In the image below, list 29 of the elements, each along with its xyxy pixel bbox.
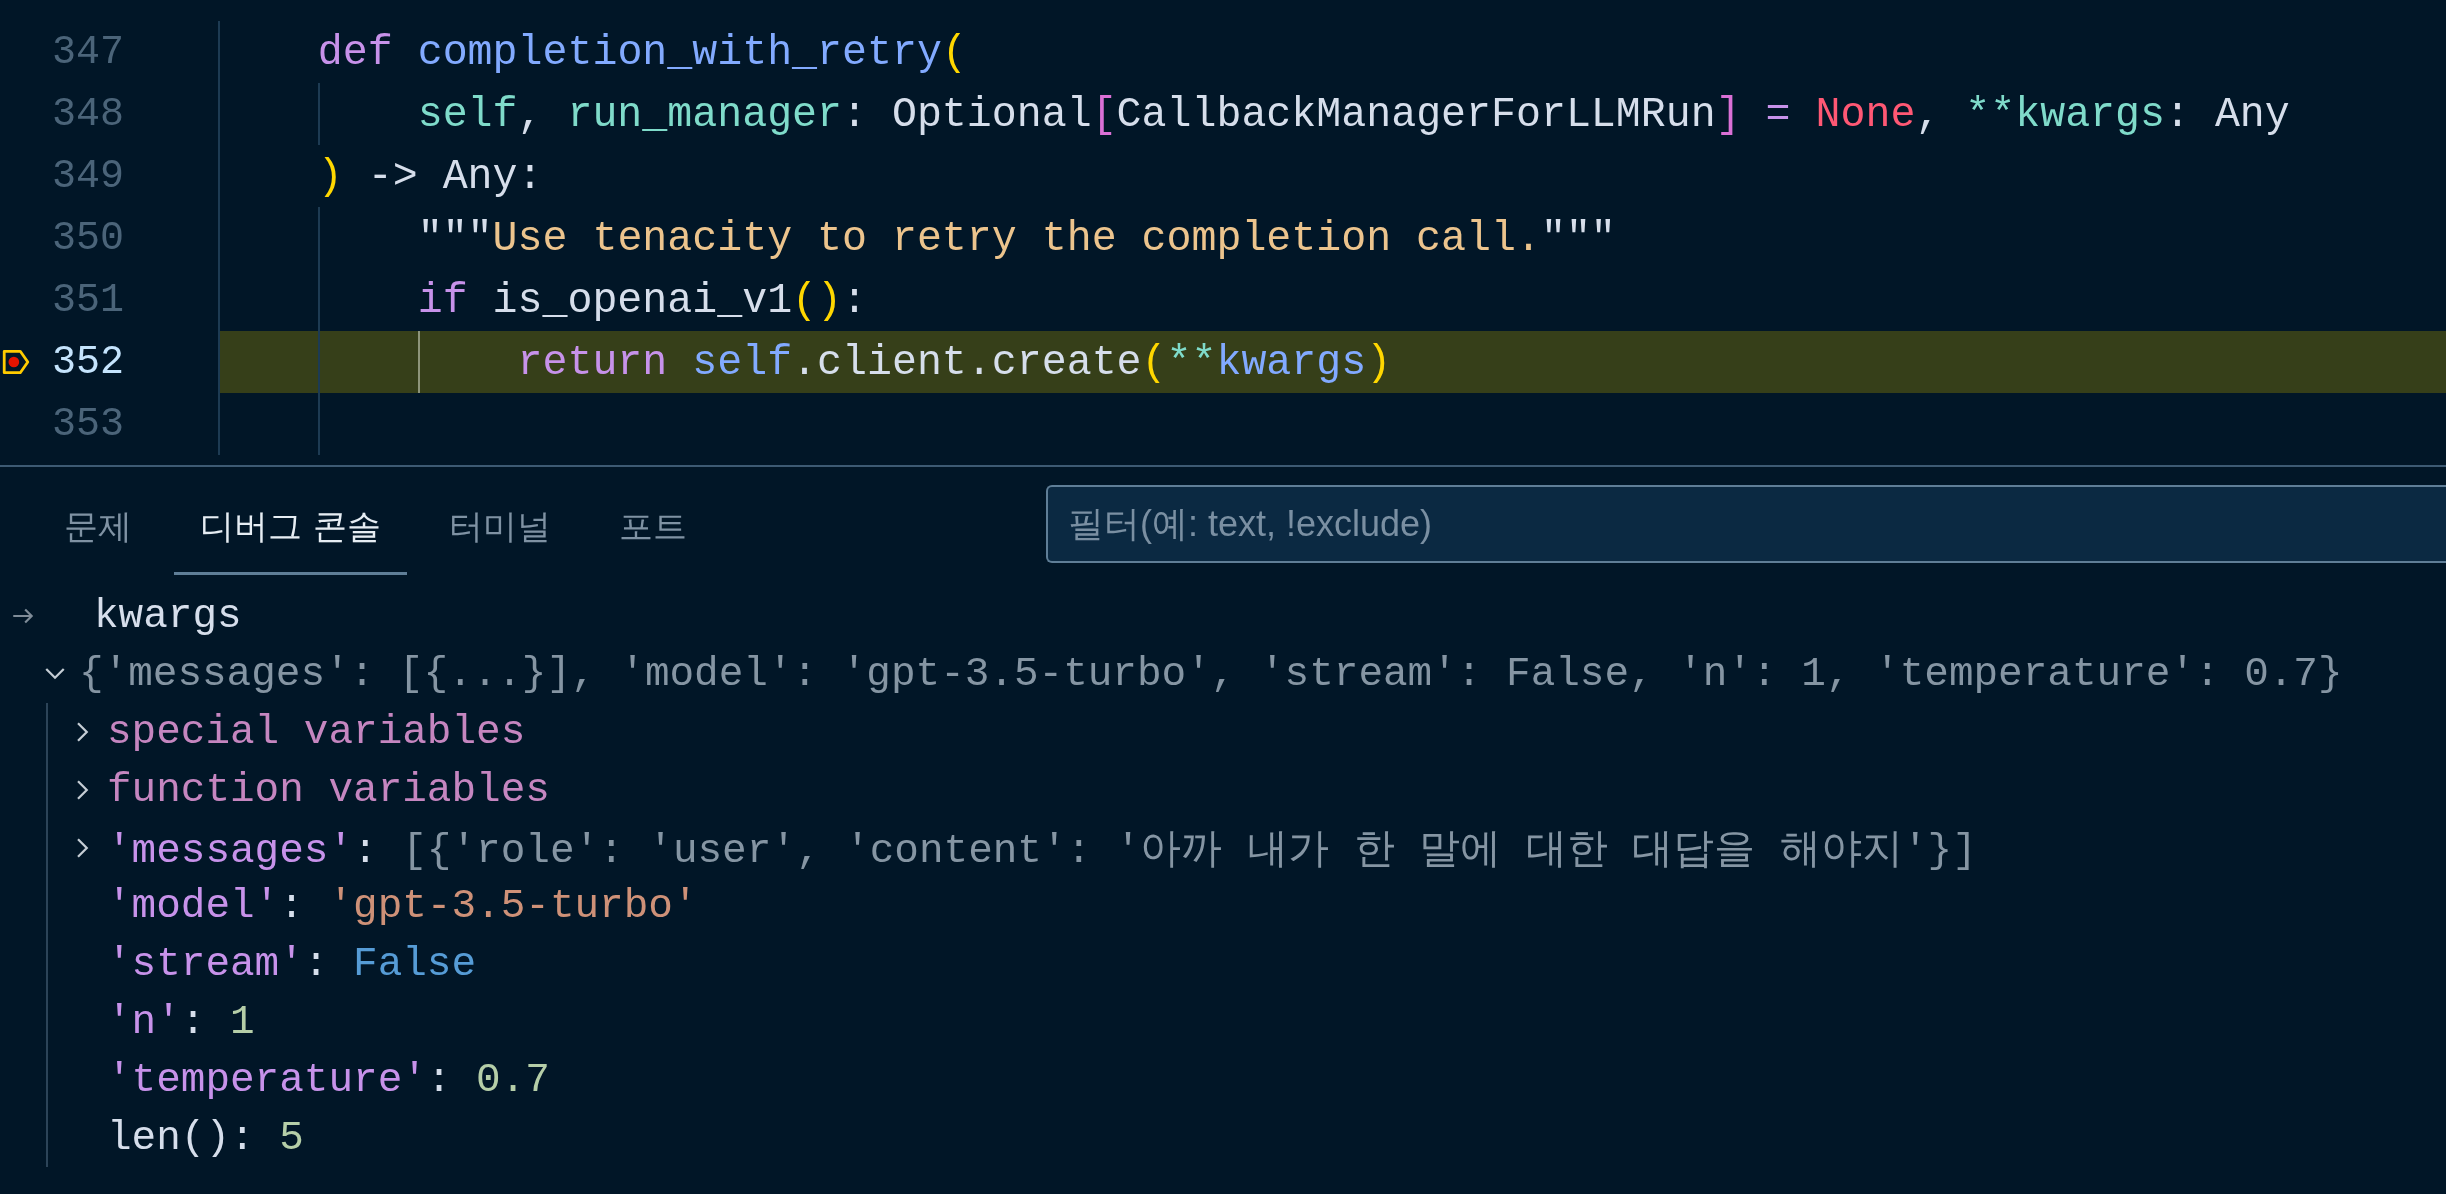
- variable-entry[interactable]: function variables: [107, 767, 550, 813]
- panel-tab[interactable]: 터미널: [422, 481, 577, 575]
- filter-field[interactable]: 필터(예: text, !exclude): [1046, 485, 2446, 563]
- variable-entry[interactable]: 'messages': [{'role': 'user', 'content': '아까 내가 한 말에 대한 대답을 해야지'}]: [107, 820, 1977, 876]
- paused-breakpoint-icon[interactable]: [1, 347, 31, 377]
- panel-tab[interactable]: 문제: [38, 481, 158, 575]
- code-line: ) -> Any:: [316, 152, 543, 200]
- variable-entry[interactable]: special variables: [107, 709, 526, 755]
- code-line: """Use tenacity to retry the completion call.""": [416, 214, 1616, 262]
- panel-tab[interactable]: 포트: [592, 481, 713, 575]
- code-line: if is_openai_v1():: [416, 276, 867, 324]
- variable-entry[interactable]: 'temperature': 0.7: [107, 1057, 550, 1103]
- variable-entry[interactable]: 'stream': False: [107, 941, 477, 987]
- line-number: 347: [51, 29, 124, 75]
- variable-entry[interactable]: 'model': 'gpt-3.5-turbo': [107, 883, 698, 929]
- panel-tab[interactable]: 디버그 콘솔: [174, 481, 407, 575]
- line-number: 351: [51, 277, 124, 323]
- variable-entry[interactable]: len(): 5: [107, 1115, 304, 1161]
- code-line: return self.client.create(**kwargs): [516, 338, 1392, 386]
- line-number: 352: [51, 339, 124, 385]
- line-number: 349: [51, 153, 124, 199]
- code-line: def completion_with_retry(: [316, 28, 967, 76]
- evaluated-expression: kwargs: [94, 593, 242, 639]
- line-number: 353: [51, 401, 124, 447]
- line-number: 348: [51, 91, 124, 137]
- code-line: self, run_manager: Optional[CallbackManagerForLLMRun] = None, **kwargs: Any: [416, 90, 2290, 138]
- line-number: 350: [51, 215, 124, 261]
- variable-entry[interactable]: {'messages': [{...}], 'model': 'gpt-3.5-turbo', 'stream': False, 'n': 1, 'temperature': 0.7}: [79, 651, 2343, 697]
- variable-entry[interactable]: 'n': 1: [107, 999, 255, 1045]
